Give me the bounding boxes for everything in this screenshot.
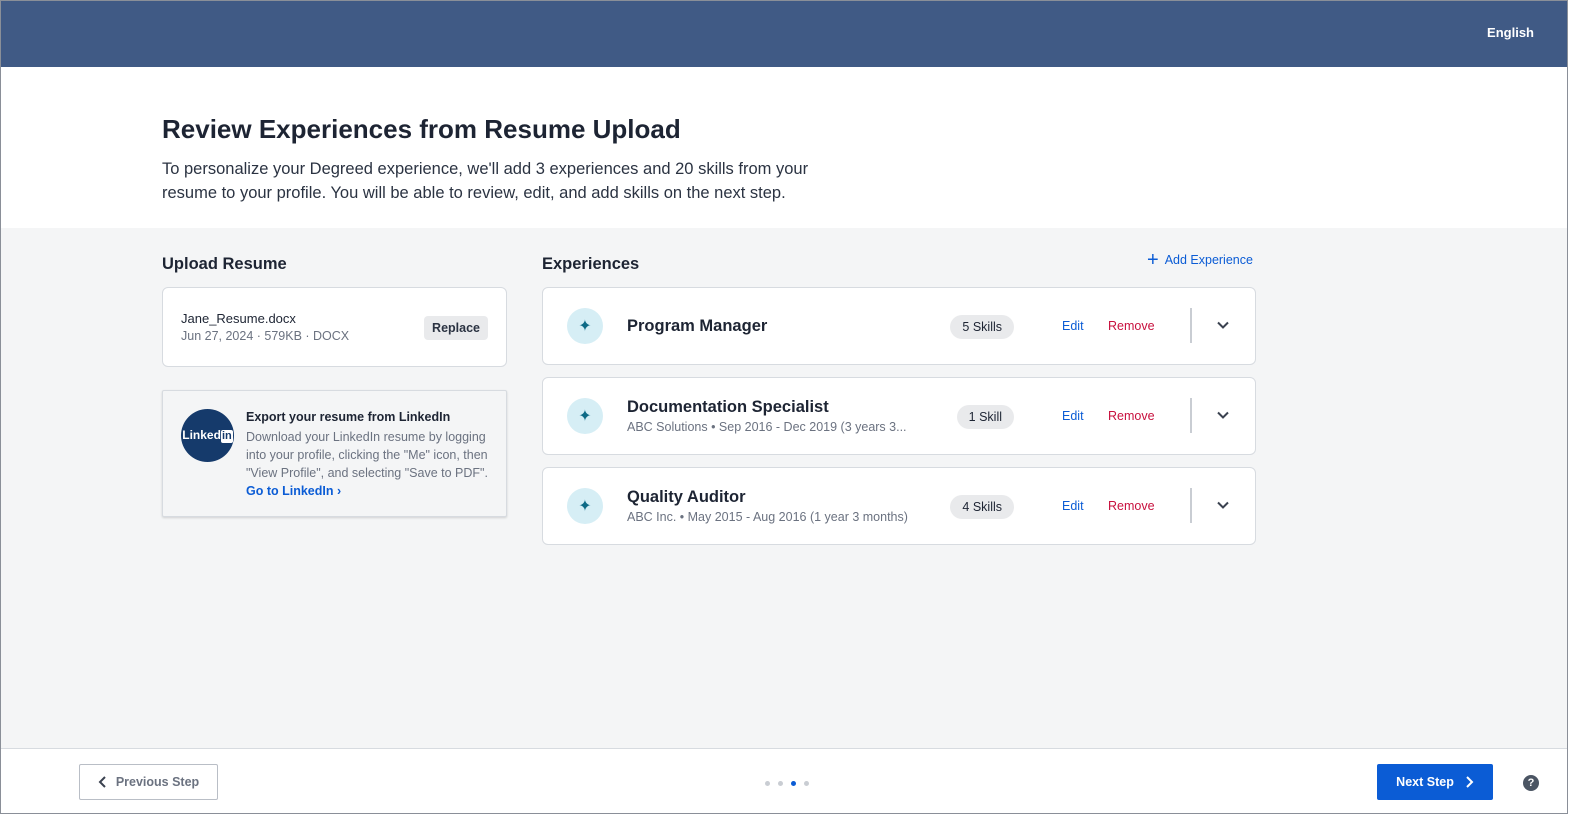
next-step-label: Next Step <box>1396 775 1454 789</box>
linkedin-card-title: Export your resume from LinkedIn <box>246 410 451 424</box>
chevron-right-icon <box>1466 776 1474 788</box>
app-frame: English Review Experiences from Resume U… <box>0 0 1568 814</box>
experience-star-icon: ✦ <box>567 308 603 344</box>
experience-subtitle: ABC Inc. • May 2015 - Aug 2016 (1 year 3… <box>627 510 908 524</box>
file-name: Jane_Resume.docx <box>181 311 296 326</box>
go-to-linkedin-link[interactable]: Go to LinkedIn › <box>246 484 341 498</box>
edit-button[interactable]: Edit <box>1062 319 1084 333</box>
page-description: To personalize your Degreed experience, … <box>162 160 809 202</box>
remove-button[interactable]: Remove <box>1108 499 1155 513</box>
experience-subtitle: ABC Solutions • Sep 2016 - Dec 2019 (3 y… <box>627 420 907 434</box>
experience-card: ✦ Quality Auditor ABC Inc. • May 2015 - … <box>542 467 1256 545</box>
previous-step-label: Previous Step <box>115 775 200 789</box>
chevron-down-icon[interactable] <box>1216 498 1230 512</box>
step-dot <box>778 781 783 786</box>
help-icon[interactable]: ? <box>1523 775 1539 791</box>
experience-title: Quality Auditor <box>627 488 746 506</box>
step-dot-active <box>791 781 796 786</box>
skills-badge: 1 Skill <box>956 405 1014 429</box>
resume-file-card: Jane_Resume.docx Jun 27, 2024 · 579KB · … <box>162 287 507 367</box>
divider <box>1190 488 1192 523</box>
chevron-down-icon[interactable] <box>1216 318 1230 332</box>
remove-button[interactable]: Remove <box>1108 409 1155 423</box>
step-indicator <box>765 781 809 786</box>
experience-title: Documentation Specialist <box>627 398 829 416</box>
previous-step-button[interactable]: Previous Step <box>79 764 218 800</box>
add-experience-button[interactable]: + Add Experience <box>1147 249 1253 271</box>
edit-button[interactable]: Edit <box>1062 409 1084 423</box>
add-experience-label: Add Experience <box>1164 253 1253 267</box>
experience-star-icon: ✦ <box>567 398 603 434</box>
skills-badge: 5 Skills <box>950 315 1014 339</box>
chevron-down-icon[interactable] <box>1216 408 1230 422</box>
remove-button[interactable]: Remove <box>1108 319 1155 333</box>
experiences-heading: Experiences <box>542 255 640 273</box>
linkedin-logo-icon: Linkedin <box>181 409 234 462</box>
linkedin-card-text: Download your LinkedIn resume by logging… <box>246 430 488 498</box>
linkedin-export-card: Linkedin Export your resume from LinkedI… <box>162 390 507 517</box>
file-meta: Jun 27, 2024 · 579KB · DOCX <box>181 329 350 343</box>
top-bar: English <box>1 1 1567 67</box>
footer-bar: Previous Step Next Step ? <box>1 748 1567 813</box>
page-header: Review Experiences from Resume Upload To… <box>1 67 1567 228</box>
step-dot <box>765 781 770 786</box>
experience-card: ✦ Program Manager 5 Skills Edit Remove <box>542 287 1256 365</box>
divider <box>1190 308 1192 343</box>
skills-badge: 4 Skills <box>950 495 1014 519</box>
page-title: Review Experiences from Resume Upload <box>162 114 681 144</box>
language-selector[interactable]: English <box>1487 25 1534 40</box>
edit-button[interactable]: Edit <box>1062 499 1084 513</box>
step-dot <box>804 781 809 786</box>
plus-icon: + <box>1147 249 1159 271</box>
experience-star-icon: ✦ <box>567 488 603 524</box>
divider <box>1190 398 1192 433</box>
upload-resume-heading: Upload Resume <box>162 255 287 273</box>
next-step-button[interactable]: Next Step <box>1377 764 1493 800</box>
experience-title: Program Manager <box>627 317 768 335</box>
experience-card: ✦ Documentation Specialist ABC Solutions… <box>542 377 1256 455</box>
chevron-left-icon <box>98 776 106 788</box>
replace-button[interactable]: Replace <box>424 316 488 340</box>
